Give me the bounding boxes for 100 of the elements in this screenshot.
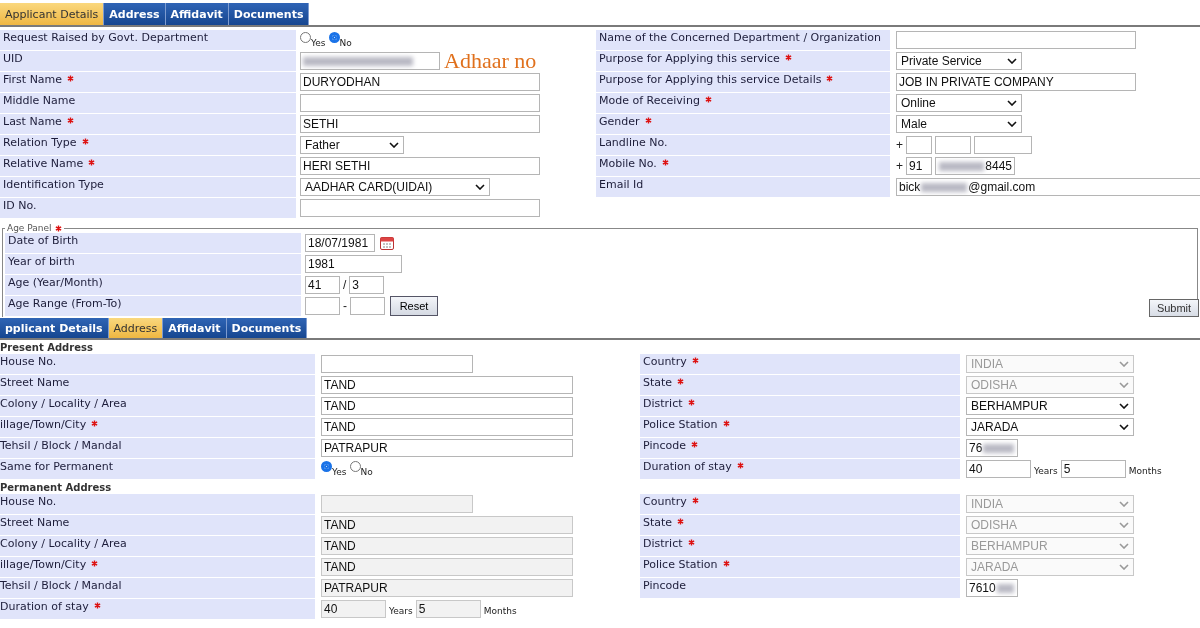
field-label: Tehsil / Block / Mandal	[0, 439, 122, 452]
field-label: Police Station	[643, 558, 718, 571]
separator-text: -	[343, 299, 347, 313]
separator-text: /	[343, 278, 347, 292]
legend-text: Age Panel	[7, 223, 52, 233]
text-field[interactable]	[300, 94, 540, 112]
chevron-down-icon	[1119, 382, 1129, 388]
field-label: Police Station	[643, 418, 718, 431]
chevron-down-icon	[1119, 522, 1129, 528]
tab[interactable]: Affidavit	[163, 318, 227, 338]
tab[interactable]: Documents	[228, 3, 310, 25]
field-label: State	[643, 376, 673, 389]
reset-button[interactable]: Reset	[390, 296, 438, 316]
submit-button[interactable]: Submit	[1149, 299, 1199, 317]
text-field[interactable]: TAND	[321, 418, 573, 436]
dropdown[interactable]: Private Service	[896, 52, 1022, 70]
text-field[interactable]: DURYODHAN	[300, 73, 540, 91]
field-label: ID No.	[3, 199, 37, 212]
field-label: Date of Birth	[8, 234, 79, 247]
dropdown[interactable]: Online	[896, 94, 1022, 112]
text-field[interactable]: TAND	[321, 376, 573, 394]
field-label: Pincode	[643, 439, 686, 452]
text-field[interactable]: 91	[906, 157, 932, 175]
unit-label: Months	[483, 606, 517, 616]
section-heading: Present Address	[0, 341, 94, 354]
text-field[interactable]: TAND	[321, 397, 573, 415]
unit-label: Months	[1128, 466, 1162, 476]
field-label: Pincode	[643, 579, 686, 592]
text-field[interactable]	[300, 52, 440, 70]
field-label: Duration of stay	[643, 460, 732, 473]
chevron-down-icon	[1119, 361, 1129, 367]
tab[interactable]: Affidavit	[165, 3, 229, 25]
dropdown[interactable]: AADHAR CARD(UIDAI)	[300, 178, 490, 196]
field-label: illage/Town/City	[0, 418, 87, 431]
field-label: Last Name	[3, 115, 62, 128]
text-field[interactable]: 1981	[305, 255, 402, 273]
tab[interactable]: Address	[108, 318, 164, 338]
calendar-icon[interactable]	[380, 236, 394, 250]
text-field[interactable]: 7610	[966, 579, 1018, 597]
field-label: Year of birth	[8, 255, 75, 268]
field-label: Gender	[599, 115, 640, 128]
text-field[interactable]	[906, 136, 932, 154]
field-label: District	[643, 397, 683, 410]
field-label: Email Id	[599, 178, 644, 191]
text-field[interactable]: 41	[305, 276, 340, 294]
field-label: Landline No.	[599, 136, 668, 149]
dropdown[interactable]: BERHAMPUR	[966, 397, 1134, 415]
radio-button[interactable]: Yes	[300, 32, 326, 48]
text-field[interactable]: 76	[966, 439, 1018, 457]
unit-label: Years	[1034, 466, 1058, 476]
chevron-down-icon	[1007, 58, 1017, 64]
section-heading: Permanent Address	[0, 481, 113, 494]
field-label: Identification Type	[3, 178, 104, 191]
text-field[interactable]: JOB IN PRIVATE COMPANY	[896, 73, 1136, 91]
radio-button[interactable]: Yes	[321, 461, 347, 477]
chevron-down-icon	[1007, 100, 1017, 106]
dropdown[interactable]: JARADA	[966, 418, 1134, 436]
radio-button[interactable]: No	[349, 461, 373, 477]
tab[interactable]: Applicant Details	[0, 3, 105, 25]
field-label: Age Range (From-To)	[8, 297, 122, 310]
field-label: Middle Name	[3, 94, 76, 107]
text-field[interactable]: PATRAPUR	[321, 439, 573, 457]
tab[interactable]: Address	[104, 3, 166, 25]
text-field[interactable]: 5	[1060, 460, 1126, 478]
text-field[interactable]: 3	[349, 276, 385, 294]
text-field[interactable]	[350, 297, 385, 315]
field-label: Colony / Locality / Area	[0, 537, 127, 550]
date-field[interactable]: 18/07/1981	[305, 234, 375, 252]
radio-button[interactable]: No	[328, 32, 352, 48]
text-field[interactable]: 8445	[935, 157, 1015, 175]
text-field[interactable]	[896, 31, 1136, 49]
field-label: Duration of stay	[0, 600, 89, 613]
field-label: House No.	[0, 495, 57, 508]
text-field[interactable]: bick @gmail.com	[896, 178, 1200, 196]
unit-label: Years	[389, 606, 413, 616]
prefix-text: +	[896, 138, 903, 152]
text-field[interactable]	[321, 355, 473, 373]
tab[interactable]: pplicant Details	[0, 318, 109, 338]
field-label: Country	[643, 355, 687, 368]
text-field[interactable]	[974, 136, 1032, 154]
dropdown[interactable]: Father	[300, 136, 404, 154]
field-label: Purpose for Applying this service Details	[599, 73, 822, 86]
tab[interactable]: Documents	[226, 318, 308, 338]
dropdown[interactable]: Male	[896, 115, 1022, 133]
text-field[interactable]	[305, 297, 340, 315]
field-label: House No.	[0, 355, 57, 368]
field-label: Street Name	[0, 516, 70, 529]
field-label: Age (Year/Month)	[8, 276, 103, 289]
field-label: illage/Town/City	[0, 558, 87, 571]
text-field[interactable]: HERI SETHI	[300, 157, 540, 175]
field-label: Relative Name	[3, 157, 84, 170]
text-field[interactable]: SETHI	[300, 115, 540, 133]
field-label: District	[643, 537, 683, 550]
field-label: Tehsil / Block / Mandal	[0, 579, 122, 592]
text-field[interactable]	[935, 136, 971, 154]
field-label: Mobile No.	[599, 157, 657, 170]
text-field[interactable]	[300, 199, 540, 217]
chevron-down-icon	[1119, 543, 1129, 549]
text-field[interactable]: 40	[966, 460, 1031, 478]
chevron-down-icon	[389, 142, 399, 148]
